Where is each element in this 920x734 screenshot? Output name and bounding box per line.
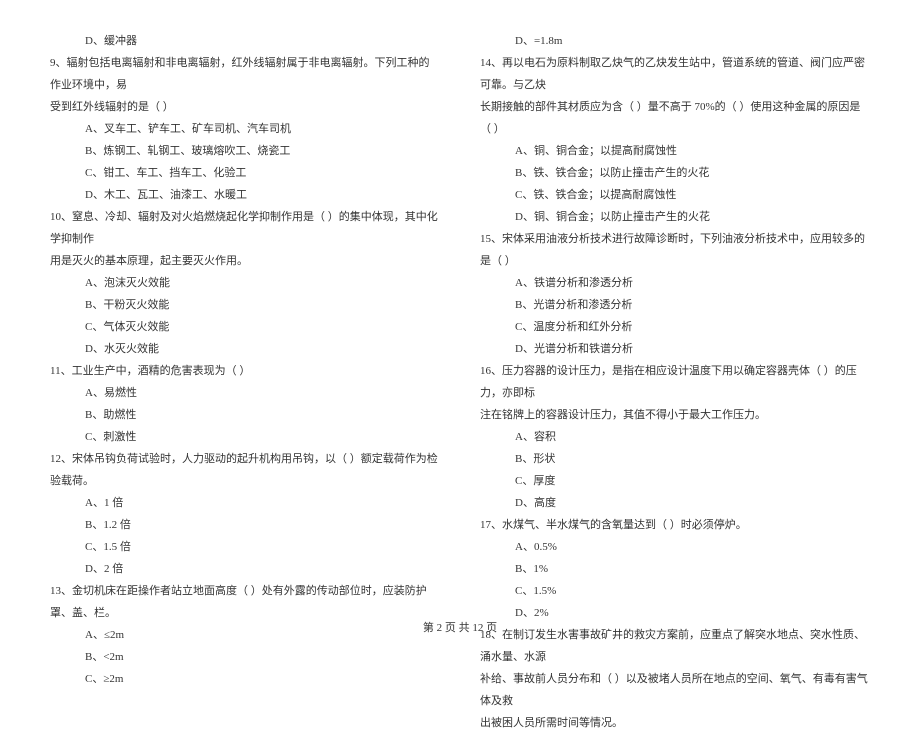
page-footer: 第 2 页 共 12 页 <box>0 619 920 635</box>
answer-option: B、1% <box>480 558 870 580</box>
answer-option: C、1.5 倍 <box>50 536 440 558</box>
question-continuation: 长期接触的部件其材质应为含（ ）量不高于 70%的（ ）使用这种金属的原因是（ … <box>480 96 870 140</box>
answer-option: B、形状 <box>480 448 870 470</box>
answer-option: C、温度分析和红外分析 <box>480 316 870 338</box>
page-content: D、缓冲器9、辐射包括电离辐射和非电离辐射，红外线辐射属于非电离辐射。下列工种的… <box>50 30 870 610</box>
answer-option: B、助燃性 <box>50 404 440 426</box>
question-text: 10、窒息、冷却、辐射及对火焰燃烧起化学抑制作用是（ ）的集中体现，其中化学抑制… <box>50 206 440 250</box>
answer-option: D、高度 <box>480 492 870 514</box>
answer-option: A、容积 <box>480 426 870 448</box>
answer-option: B、<2m <box>50 646 440 668</box>
answer-option: A、1 倍 <box>50 492 440 514</box>
answer-option: C、钳工、车工、挡车工、化验工 <box>50 162 440 184</box>
answer-option: A、易燃性 <box>50 382 440 404</box>
answer-option: D、光谱分析和铁谱分析 <box>480 338 870 360</box>
question-text: 17、水煤气、半水煤气的含氧量达到（ ）时必须停炉。 <box>480 514 870 536</box>
answer-option: D、=1.8m <box>480 30 870 52</box>
answer-option: A、铁谱分析和渗透分析 <box>480 272 870 294</box>
question-continuation: 受到红外线辐射的是（ ） <box>50 96 440 118</box>
answer-option: A、叉车工、铲车工、矿车司机、汽车司机 <box>50 118 440 140</box>
answer-option: C、厚度 <box>480 470 870 492</box>
question-text: 14、再以电石为原料制取乙炔气的乙炔发生站中，管道系统的管道、阀门应严密可靠。与… <box>480 52 870 96</box>
question-text: 9、辐射包括电离辐射和非电离辐射，红外线辐射属于非电离辐射。下列工种的作业环境中… <box>50 52 440 96</box>
question-text: 13、金切机床在距操作者站立地面高度（ ）处有外露的传动部位时，应装防护罩、盖、… <box>50 580 440 624</box>
right-column: D、=1.8m14、再以电石为原料制取乙炔气的乙炔发生站中，管道系统的管道、阀门… <box>480 30 870 610</box>
question-text: 16、压力容器的设计压力，是指在相应设计温度下用以确定容器壳体（ ）的压力，亦即… <box>480 360 870 404</box>
answer-option: C、铁、铁合金；以提高耐腐蚀性 <box>480 184 870 206</box>
question-text: 11、工业生产中，酒精的危害表现为（ ） <box>50 360 440 382</box>
question-text: 12、宋体吊钩负荷试验时，人力驱动的起升机构用吊钩，以（ ）额定载荷作为检验载荷… <box>50 448 440 492</box>
answer-option: B、干粉灭火效能 <box>50 294 440 316</box>
question-continuation: 出被困人员所需时间等情况。 <box>480 712 870 734</box>
answer-option: B、光谱分析和渗透分析 <box>480 294 870 316</box>
answer-option: D、木工、瓦工、油漆工、水暖工 <box>50 184 440 206</box>
question-continuation: 注在铭牌上的容器设计压力，其值不得小于最大工作压力。 <box>480 404 870 426</box>
answer-option: B、1.2 倍 <box>50 514 440 536</box>
answer-option: D、铜、铜合金；以防止撞击产生的火花 <box>480 206 870 228</box>
answer-option: A、泡沫灭火效能 <box>50 272 440 294</box>
answer-option: C、≥2m <box>50 668 440 690</box>
answer-option: B、炼钢工、轧钢工、玻璃熔吹工、烧瓷工 <box>50 140 440 162</box>
answer-option: D、缓冲器 <box>50 30 440 52</box>
question-continuation: 补给、事故前人员分布和（ ）以及被堵人员所在地点的空间、氧气、有毒有害气体及救 <box>480 668 870 712</box>
answer-option: D、水灭火效能 <box>50 338 440 360</box>
answer-option: B、铁、铁合金；以防止撞击产生的火花 <box>480 162 870 184</box>
answer-option: D、2 倍 <box>50 558 440 580</box>
answer-option: C、气体灭火效能 <box>50 316 440 338</box>
answer-option: A、0.5% <box>480 536 870 558</box>
answer-option: C、刺激性 <box>50 426 440 448</box>
answer-option: C、1.5% <box>480 580 870 602</box>
question-text: 15、宋体采用油液分析技术进行故障诊断时，下列油液分析技术中，应用较多的是（ ） <box>480 228 870 272</box>
left-column: D、缓冲器9、辐射包括电离辐射和非电离辐射，红外线辐射属于非电离辐射。下列工种的… <box>50 30 440 610</box>
question-continuation: 用是灭火的基本原理，起主要灭火作用。 <box>50 250 440 272</box>
answer-option: A、铜、铜合金；以提高耐腐蚀性 <box>480 140 870 162</box>
